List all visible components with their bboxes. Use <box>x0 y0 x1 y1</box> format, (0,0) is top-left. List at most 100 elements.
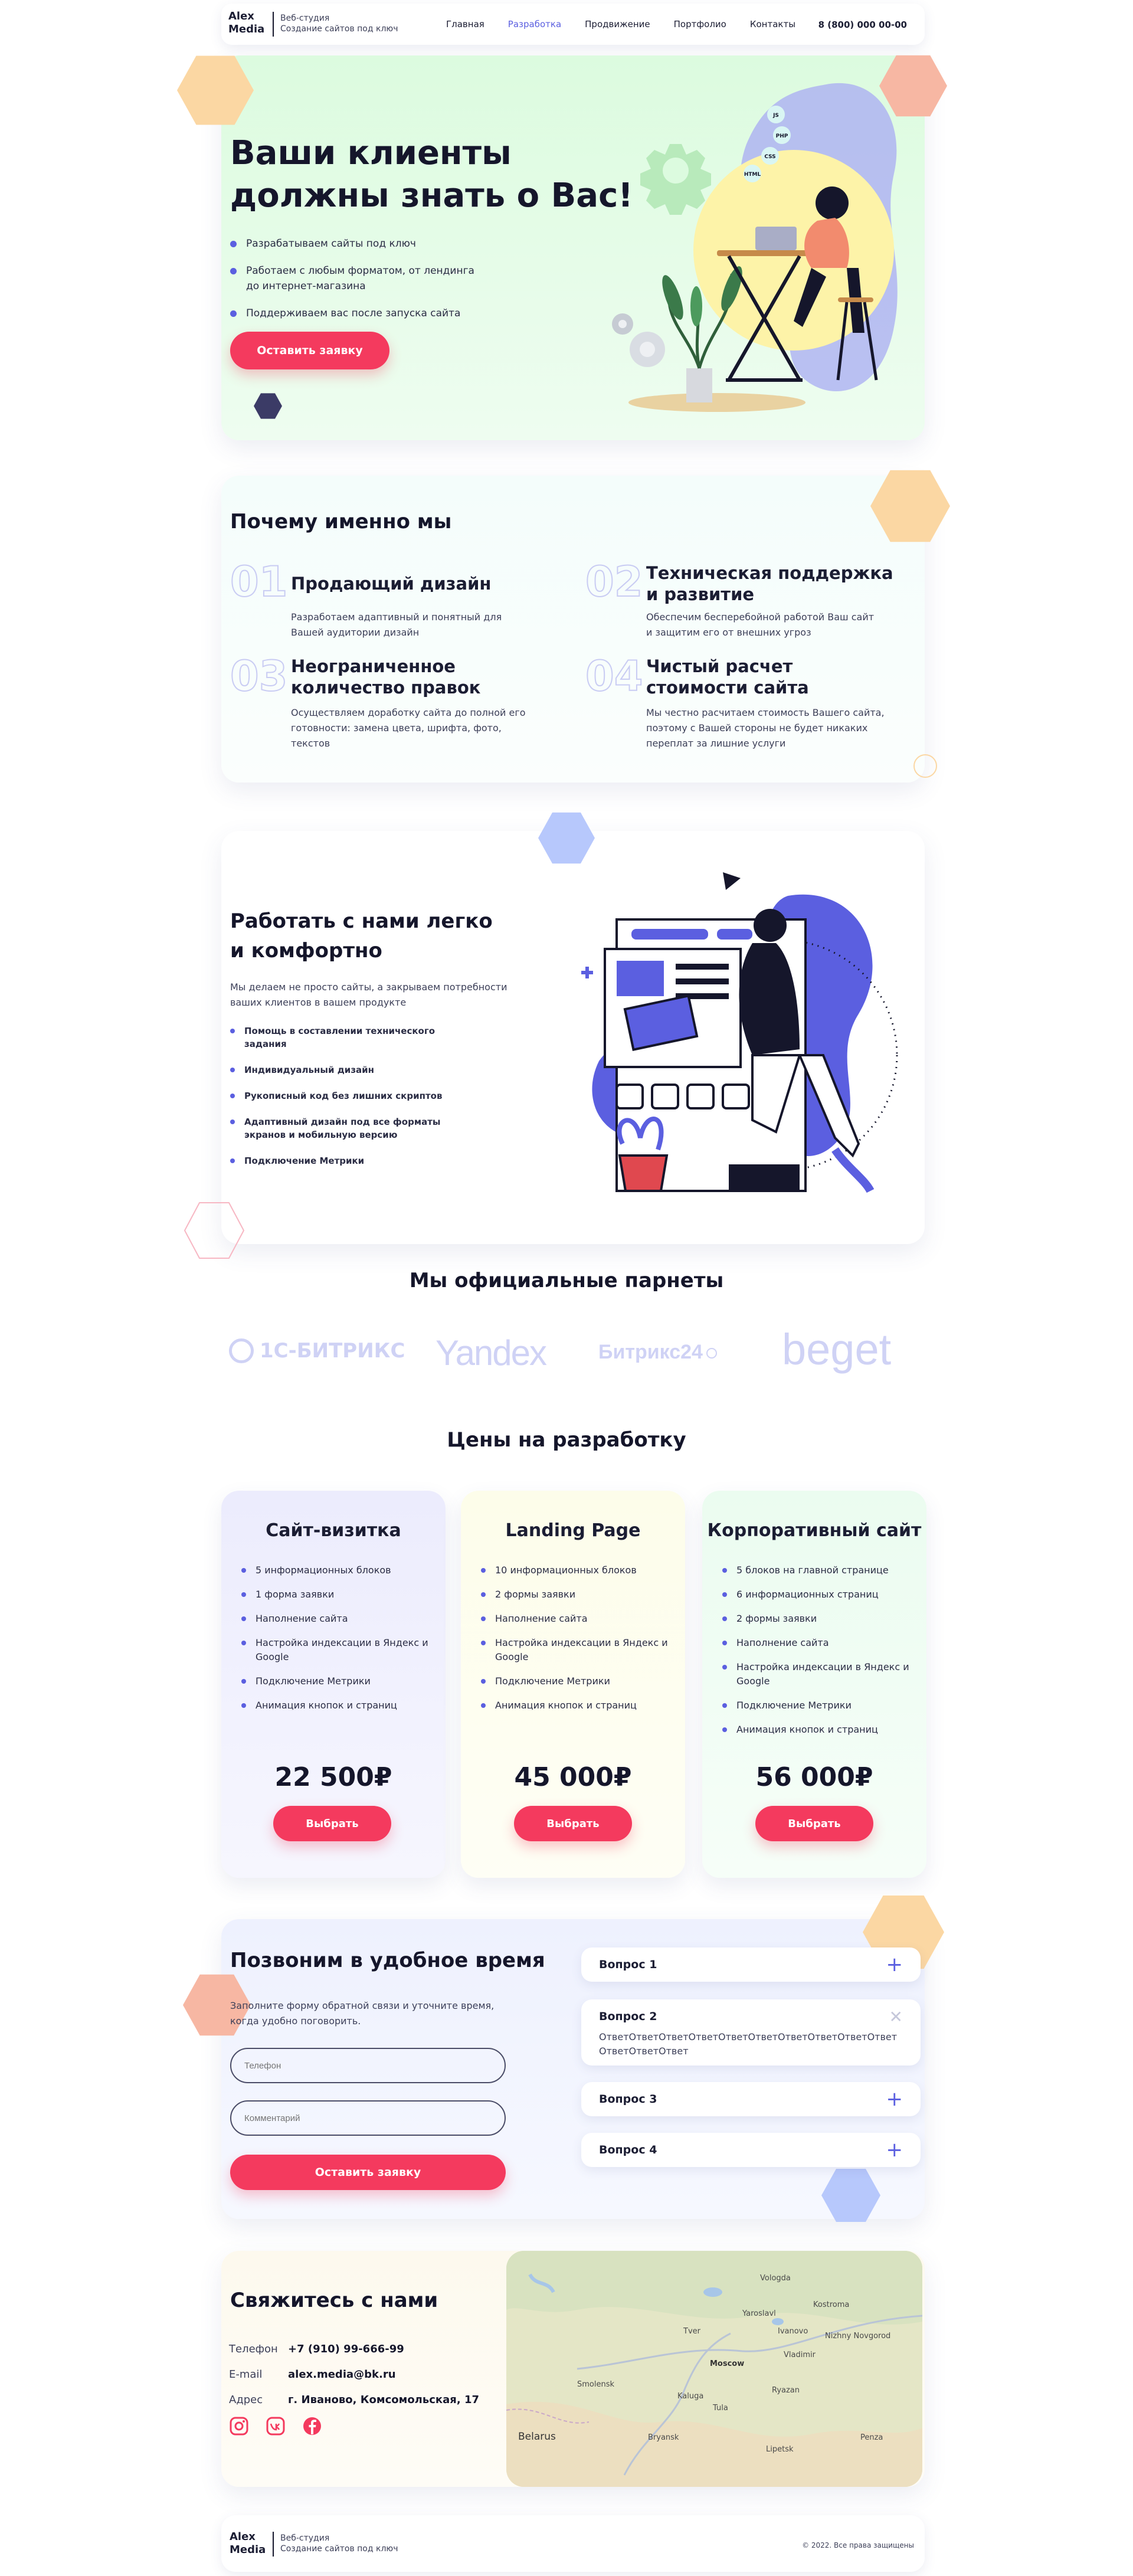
footer-tagline-line-2: Создание сайтов под ключ <box>280 2544 398 2554</box>
vk-icon[interactable] <box>266 2416 286 2436</box>
plus-icon[interactable]: + <box>886 2087 903 2111</box>
bullet-dot <box>241 1592 246 1597</box>
hero-cta-button[interactable]: Оставить заявку <box>230 332 389 369</box>
easy-text: Мы делаем не просто сайты, а закрываем п… <box>230 981 507 1008</box>
map-label-kaluga: Kaluga <box>677 2392 703 2401</box>
footer-logo[interactable]: Alex Media <box>230 2531 266 2557</box>
map-label-ryazan: Ryazan <box>772 2386 800 2395</box>
nav-development[interactable]: Разработка <box>508 19 561 30</box>
map-label-penza: Penza <box>860 2433 883 2442</box>
partner-logo-bitrix24[interactable]: Битрикс24 <box>598 1341 717 1364</box>
faq-header: Вопрос 3 + <box>599 2082 903 2116</box>
contact-phone: Телефон +7 (910) 99-666-99 <box>229 2343 404 2355</box>
bubble-js: JS <box>772 113 779 119</box>
callback-submit-button[interactable]: Оставить заявку <box>230 2155 506 2190</box>
price-card-title: Сайт-визитка <box>266 1520 401 1541</box>
easy-bullet-text: Индивидуальный дизайн <box>244 1065 375 1075</box>
logo[interactable]: Alex Media <box>228 10 264 36</box>
bullet-dot <box>722 1616 727 1621</box>
feature-text: Подключение Метрики <box>736 1700 852 1711</box>
faq-item[interactable]: Вопрос 4 + <box>581 2133 921 2167</box>
nav-home[interactable]: Главная <box>446 19 484 30</box>
bullet-dot <box>481 1641 486 1645</box>
plus-icon[interactable]: + <box>886 1953 903 1976</box>
faq-item[interactable]: Вопрос 1 + <box>581 1947 921 1982</box>
feature-item: Наполнение сайта <box>481 1612 670 1626</box>
contact-value[interactable]: alex.media@bk.ru <box>288 2368 396 2381</box>
feature-item: Подключение Метрики <box>241 1674 430 1688</box>
feature-text: Анимация кнопок и страниц <box>256 1700 397 1711</box>
easy-hex-outline <box>184 1202 245 1259</box>
map-label-nizhny: Nizhny Novgorod <box>825 2332 890 2341</box>
easy-bullet-text: Рукописный код без лишних скриптов <box>244 1091 443 1101</box>
feature-item: Настройка индексации в Яндекс и Google <box>722 1660 911 1688</box>
why-number: 01 <box>230 558 288 606</box>
clock-icon <box>706 1348 717 1359</box>
partner-logo-yandex[interactable]: Yandex <box>435 1333 547 1373</box>
price-value: 45 000₽ <box>514 1762 632 1792</box>
feature-text: 10 информационных блоков <box>495 1564 637 1576</box>
map[interactable]: Belarus Moscow Nizhny Novgorod Yaroslavl… <box>506 2251 922 2487</box>
bullet-dot <box>241 1568 246 1573</box>
feature-text: Анимация кнопок и страниц <box>736 1724 878 1735</box>
faq-item-open[interactable]: Вопрос 2 ✕ ОтветОтветОтветОтветОтветОтвет… <box>581 1999 921 2066</box>
faq-question: Вопрос 1 <box>599 1958 657 1971</box>
faq-item[interactable]: Вопрос 3 + <box>581 2082 921 2116</box>
header-phone[interactable]: 8 (800) 000 00-00 <box>818 19 907 30</box>
easy-bullet: Подключение Метрики <box>230 1154 466 1167</box>
faq-question: Вопрос 3 <box>599 2093 657 2106</box>
hero-illustration: JS PHP CSS HTML <box>612 83 898 412</box>
easy-bullet-text: Помощь в составлении технического задани… <box>244 1026 435 1049</box>
why-item-text: Мы честно расчитаем стоимость Вашего сай… <box>646 707 885 749</box>
contact-address: Адрес г. Иваново, Комсомольская, 17 <box>229 2394 479 2406</box>
map-label-vologda: Vologda <box>760 2274 791 2283</box>
bullet-dot <box>241 1641 246 1645</box>
map-label-tula: Tula <box>712 2404 728 2413</box>
facebook-icon[interactable] <box>302 2416 322 2436</box>
contact-value[interactable]: +7 (910) 99-666-99 <box>288 2343 404 2355</box>
nav-promotion[interactable]: Продвижение <box>585 19 650 30</box>
callback-text: Заполните форму обратной связи и уточнит… <box>230 2000 495 2027</box>
comment-input[interactable] <box>230 2100 506 2136</box>
feature-text: Настройка индексации в Яндекс и Google <box>736 1661 909 1687</box>
phone-input[interactable] <box>230 2048 506 2083</box>
why-item-text: Разработаем адаптивный и понятный для Ва… <box>291 611 502 638</box>
feature-item: Наполнение сайта <box>241 1612 430 1626</box>
feature-text: Анимация кнопок и страниц <box>495 1700 637 1711</box>
logo-line-1: Alex <box>228 10 254 22</box>
nav-portfolio[interactable]: Портфолио <box>674 19 726 30</box>
choose-plan-button[interactable]: Выбрать <box>514 1806 632 1841</box>
contacts-title: Свяжитесь с нами <box>230 2289 438 2312</box>
footer: Alex Media Веб-студия Создание сайтов по… <box>221 2515 925 2572</box>
choose-plan-button[interactable]: Выбрать <box>755 1806 873 1841</box>
feature-list: 5 блоков на главной странице 6 информаци… <box>722 1563 911 1737</box>
bullet-dot <box>230 1120 235 1124</box>
close-icon[interactable]: ✕ <box>889 2007 903 2027</box>
easy-title-line-1: Работать с нами легко <box>230 909 493 933</box>
instagram-icon[interactable] <box>229 2416 249 2436</box>
bullet-dot <box>230 241 237 247</box>
plus-icon[interactable]: + <box>886 2138 903 2162</box>
feature-item: Наполнение сайта <box>722 1636 911 1650</box>
why-item-title: Чистый расчет стоимости сайта <box>646 656 809 698</box>
logo-divider <box>273 12 274 37</box>
bullet-dot <box>230 1068 235 1072</box>
hero-bullet: Разрабатываем сайты под ключ <box>230 236 490 251</box>
partner-logo-beget[interactable]: beget <box>782 1324 891 1374</box>
choose-plan-button[interactable]: Выбрать <box>273 1806 391 1841</box>
bubble-html: HTML <box>744 172 761 178</box>
why-number: 03 <box>230 652 288 701</box>
map-label-lipetsk: Lipetsk <box>766 2445 794 2454</box>
bullet-dot <box>230 310 237 317</box>
feature-item: 6 информационных страниц <box>722 1588 911 1602</box>
easy-title-line-2: и комфортно <box>230 939 382 963</box>
feature-text: Подключение Метрики <box>256 1675 371 1687</box>
why-item-title: Техническая поддержка и развитие <box>646 563 893 604</box>
main-nav: Главная Разработка Продвижение Портфолио… <box>446 19 795 30</box>
bullet-dot <box>481 1592 486 1597</box>
bubble-css: CSS <box>764 154 775 160</box>
faq-question: Вопрос 4 <box>599 2143 657 2156</box>
partners-title: Мы официальные парнеты <box>409 1269 724 1292</box>
nav-contacts[interactable]: Контакты <box>750 19 795 30</box>
partner-logo-bitrix[interactable]: 1С-БИТРИКС <box>229 1338 405 1363</box>
